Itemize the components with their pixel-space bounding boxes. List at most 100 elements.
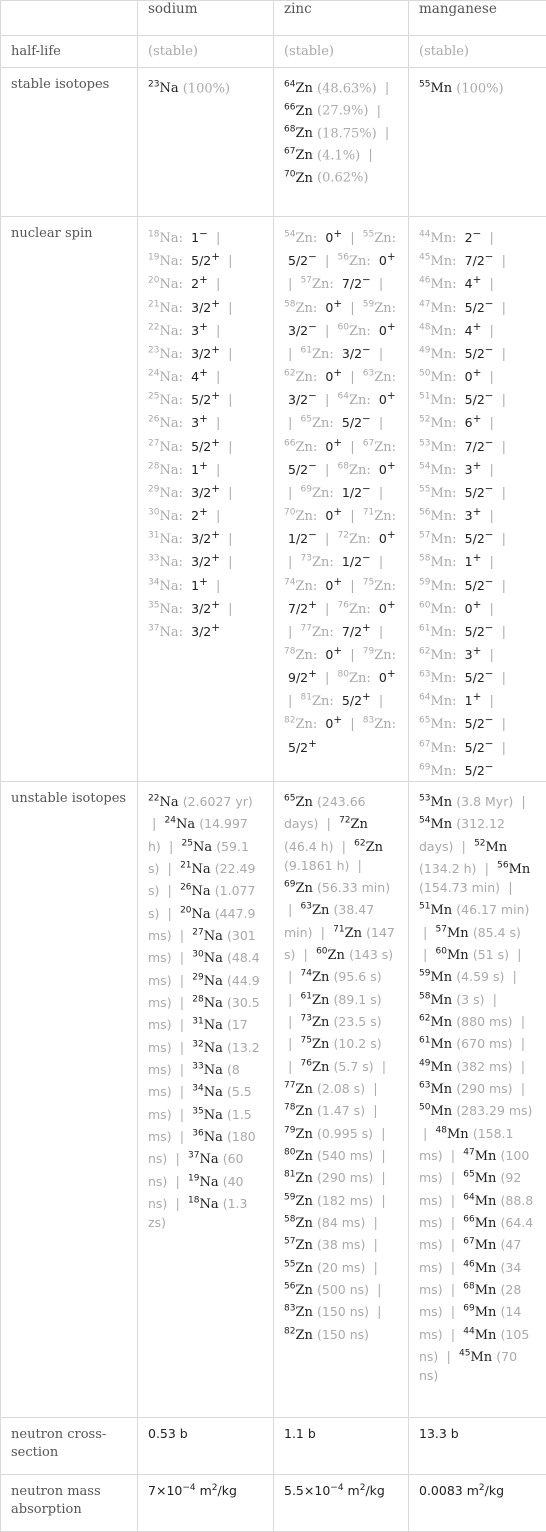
row-stable-isotopes: stable isotopes 23Na (100%) 64Zn (48.63%…: [1, 68, 546, 217]
separator: |: [517, 1015, 529, 1030]
isotope-symbol: 57Mn: [436, 926, 469, 941]
isotope-symbol: 77Zn: [284, 1082, 313, 1097]
mass-number: 54: [419, 816, 430, 826]
parity: +: [333, 367, 342, 379]
parity: −: [485, 529, 494, 541]
spin-entry: 59Mn: 5/2−: [419, 579, 494, 594]
isotope-symbol: 75Zn: [301, 1037, 330, 1052]
spin-entry: 54Zn: 0+: [284, 231, 342, 246]
isotope-symbol: 57Zn: [284, 1238, 313, 1253]
separator: |: [321, 254, 333, 269]
mass-number: 64: [419, 693, 430, 703]
separator: |: [486, 324, 498, 339]
separator: |: [486, 694, 498, 709]
unstable-isotope-entry: 59Zn (182 ms): [284, 1194, 373, 1209]
separator: |: [481, 862, 493, 877]
mass-number: 50: [419, 369, 430, 379]
unstable-isotope-entry: 22Na (2.6027 yr): [148, 795, 253, 810]
mass-number: 24: [148, 369, 159, 379]
isotope-symbol: 69Mn: [463, 1305, 496, 1320]
parity: +: [199, 506, 208, 518]
spin-entry: 20Na: 2+: [148, 277, 208, 292]
mass-number: 61: [301, 346, 312, 356]
isotope-symbol: 46Mn: [463, 1261, 496, 1276]
mass-number: 50: [419, 1103, 430, 1113]
spin-value: 4+: [461, 323, 482, 338]
mass-number: 66: [284, 102, 295, 112]
isotope-symbol: 61Mn:: [419, 625, 457, 640]
mass-number: 59: [419, 969, 430, 979]
spin-entry: 53Mn: 7/2−: [419, 440, 494, 455]
mass-number: 83: [284, 1304, 295, 1314]
mass-number: 74: [284, 577, 295, 587]
half-life-value: (51 s): [473, 947, 509, 962]
spin-value: 2−: [461, 230, 482, 245]
spin-entry: 74Zn: 0+: [284, 579, 342, 594]
isotope-symbol: 52Mn: [474, 840, 507, 855]
mass-number: 34: [192, 1084, 203, 1094]
spin-value: 7/2−: [338, 276, 371, 291]
separator: |: [517, 1082, 529, 1097]
unstable-isotope-entry: 77Zn (2.08 s): [284, 1082, 365, 1097]
spin-value: 1/2−: [338, 485, 371, 500]
isotope-symbol: 28Na:: [148, 463, 183, 478]
half-life-value: (10.2 s): [334, 1036, 382, 1051]
isotope-symbol: 66Mn: [463, 1216, 496, 1231]
separator: |: [346, 440, 358, 455]
mass-number: 73: [301, 1014, 312, 1024]
half-life-value: (134.2 h): [419, 861, 476, 876]
isotope-symbol: 66Zn:: [284, 440, 317, 455]
quantity: 5.5×10−4 m2/kg: [284, 1483, 385, 1498]
unstable-isotope-entry: 62Mn (880 ms): [419, 1015, 513, 1030]
separator: |: [284, 1037, 296, 1052]
abundance: (100%): [183, 81, 230, 96]
spin-entry: 55Mn: 5/2−: [419, 486, 494, 501]
separator: |: [486, 463, 498, 478]
isotope-symbol: 82Zn:: [284, 717, 317, 732]
isotope-symbol: 52Mn:: [419, 416, 457, 431]
isotope-symbol: 22Na: [148, 795, 179, 810]
separator: |: [300, 948, 312, 963]
separator: |: [377, 1171, 389, 1186]
isotope-symbol: 58Zn:: [284, 301, 317, 316]
mass-number: 67: [363, 438, 374, 448]
mass-number: 81: [301, 693, 312, 703]
isotope-symbol: 65Mn:: [419, 717, 457, 732]
isotope-symbol: 68Zn:: [338, 463, 371, 478]
parity: +: [473, 552, 482, 564]
neutron-cross-section-sodium: 0.53 b: [138, 1417, 274, 1474]
separator: |: [284, 347, 296, 362]
spin-value: 0+: [375, 253, 396, 268]
half-life-value: (46.4 h): [284, 839, 333, 854]
separator: |: [321, 463, 333, 478]
spin-entry: 54Mn: 3+: [419, 463, 481, 478]
isotope-symbol: 82Zn: [284, 1328, 313, 1343]
isotope-symbol: 65Zn: [284, 795, 313, 810]
spin-entry: 60Zn: 0+: [338, 324, 396, 339]
spin-value: 1/2−: [284, 531, 317, 546]
row-half-life: half-life (stable) (stable) (stable): [1, 36, 546, 68]
isotope-symbol: 27Na: [192, 929, 223, 944]
spin-value: 5/2+: [187, 253, 220, 268]
isotope-symbol: 54Mn: [419, 817, 452, 832]
isotope-symbol: 56Mn:: [419, 509, 457, 524]
separator: |: [176, 951, 188, 966]
spin-value: 5/2−: [284, 253, 317, 268]
mass-number: 67: [419, 739, 430, 749]
parity: −: [485, 575, 494, 587]
parity: −: [485, 714, 494, 726]
spin-entry: 73Zn: 1/2−: [301, 555, 371, 570]
half-life-value: (290 ms): [456, 1081, 512, 1096]
spin-entry: 21Na: 3/2+: [148, 301, 220, 316]
isotope-symbol: 57Mn:: [419, 532, 457, 547]
separator: |: [486, 277, 498, 292]
isotope-symbol: 31Na: [192, 1018, 223, 1033]
spin-value: 0+: [321, 716, 342, 731]
mass-number: 55: [419, 80, 430, 90]
mass-number: 70: [284, 508, 295, 518]
exponent: −4: [330, 1483, 343, 1493]
spin-entry: 77Zn: 7/2+: [301, 625, 371, 640]
separator: |: [498, 393, 510, 408]
spin-entry: 60Mn: 0+: [419, 602, 481, 617]
separator: |: [419, 926, 431, 941]
